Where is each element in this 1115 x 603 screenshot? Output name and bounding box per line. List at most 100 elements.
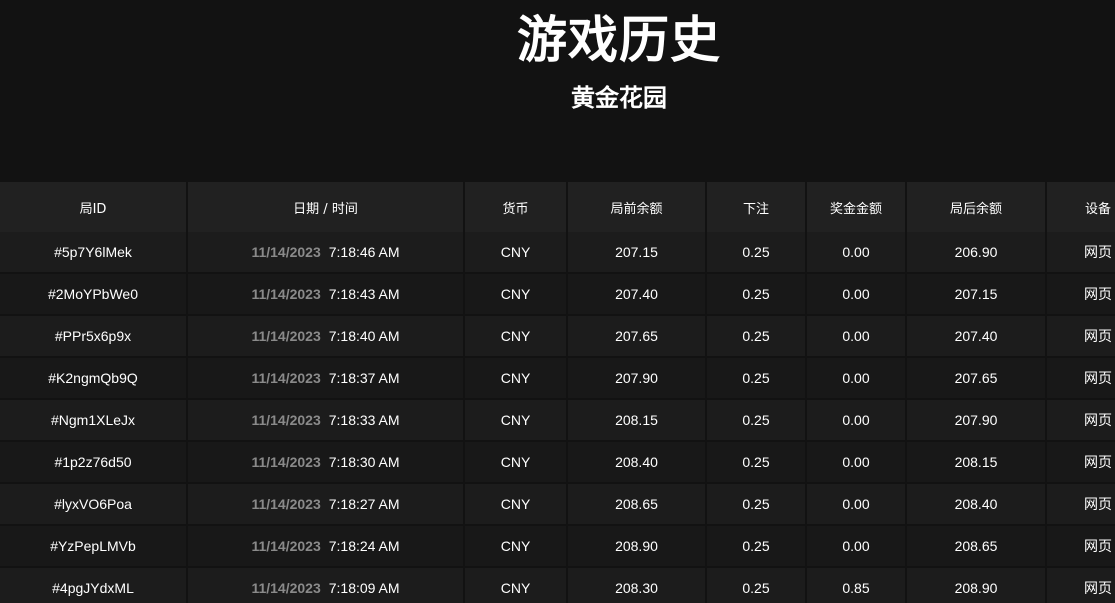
- date-text: 11/14/2023: [251, 580, 321, 596]
- time-text: 7:18:46 AM: [328, 244, 400, 260]
- balance-before-cell: 208.40: [567, 441, 707, 483]
- column-header-bet: 下注: [706, 182, 807, 232]
- time-text: 7:18:40 AM: [328, 328, 400, 344]
- date-text: 11/14/2023: [251, 370, 321, 386]
- device-cell: 网页: [1046, 441, 1115, 483]
- table-row[interactable]: #Ngm1XLeJx 11/14/2023 7:18:33 AM CNY 208.15 0…: [0, 399, 1115, 441]
- datetime-cell: 11/14/2023 7:18:27 AM: [187, 483, 465, 525]
- balance-after-cell: 208.65: [906, 525, 1047, 567]
- date-text: 11/14/2023: [251, 328, 321, 344]
- datetime-cell: 11/14/2023 7:18:24 AM: [187, 525, 465, 567]
- page-header: 游戏历史 黄金花园: [0, 0, 1115, 182]
- win-amount-cell: 0.85: [806, 567, 907, 603]
- currency-cell: CNY: [464, 567, 568, 603]
- table-row[interactable]: #4pgJYdxML 11/14/2023 7:18:09 AM CNY 208.30 0…: [0, 567, 1115, 603]
- table-row[interactable]: #K2ngmQb9Q 11/14/2023 7:18:37 AM CNY 207.90 0…: [0, 357, 1115, 399]
- date-text: 11/14/2023: [251, 454, 321, 470]
- balance-before-cell: 208.90: [567, 525, 707, 567]
- history-table-container[interactable]: 局ID 日期 / 时间 货币 局前余额 下注 奖金金额 局后余额 设备 #5p7…: [0, 182, 1115, 603]
- column-header-datetime: 日期 / 时间: [187, 182, 465, 232]
- device-cell: 网页: [1046, 232, 1115, 273]
- history-table: 局ID 日期 / 时间 货币 局前余额 下注 奖金金额 局后余额 设备 #5p7…: [0, 182, 1115, 603]
- device-cell: 网页: [1046, 273, 1115, 315]
- bet-cell: 0.25: [706, 315, 807, 357]
- win-amount-cell: 0.00: [806, 357, 907, 399]
- table-row[interactable]: #2MoYPbWe0 11/14/2023 7:18:43 AM CNY 207.40 0…: [0, 273, 1115, 315]
- column-header-device: 设备: [1046, 182, 1115, 232]
- balance-after-cell: 207.15: [906, 273, 1047, 315]
- table-row[interactable]: #YzPepLMVb 11/14/2023 7:18:24 AM CNY 208.90 0…: [0, 525, 1115, 567]
- table-header-row: 局ID 日期 / 时间 货币 局前余额 下注 奖金金额 局后余额 设备: [0, 182, 1115, 232]
- currency-cell: CNY: [464, 441, 568, 483]
- table-header: 局ID 日期 / 时间 货币 局前余额 下注 奖金金额 局后余额 设备: [0, 182, 1115, 232]
- round-id-cell: #5p7Y6lMek: [0, 232, 188, 273]
- bet-cell: 0.25: [706, 483, 807, 525]
- time-text: 7:18:30 AM: [328, 454, 400, 470]
- round-id-cell: #Ngm1XLeJx: [0, 399, 188, 441]
- device-cell: 网页: [1046, 357, 1115, 399]
- date-text: 11/14/2023: [251, 538, 321, 554]
- currency-cell: CNY: [464, 483, 568, 525]
- win-amount-cell: 0.00: [806, 525, 907, 567]
- page-title: 游戏历史: [517, 11, 721, 69]
- balance-before-cell: 208.65: [567, 483, 707, 525]
- bet-cell: 0.25: [706, 567, 807, 603]
- device-cell: 网页: [1046, 483, 1115, 525]
- currency-cell: CNY: [464, 525, 568, 567]
- date-text: 11/14/2023: [251, 412, 321, 428]
- win-amount-cell: 0.00: [806, 441, 907, 483]
- balance-before-cell: 207.15: [567, 232, 707, 273]
- balance-after-cell: 206.90: [906, 232, 1047, 273]
- win-amount-cell: 0.00: [806, 399, 907, 441]
- balance-after-cell: 207.65: [906, 357, 1047, 399]
- balance-before-cell: 208.30: [567, 567, 707, 603]
- table-row[interactable]: #1p2z76d50 11/14/2023 7:18:30 AM CNY 208.40 0…: [0, 441, 1115, 483]
- round-id-cell: #2MoYPbWe0: [0, 273, 188, 315]
- balance-before-cell: 207.90: [567, 357, 707, 399]
- currency-cell: CNY: [464, 232, 568, 273]
- round-id-cell: #K2ngmQb9Q: [0, 357, 188, 399]
- column-header-currency: 货币: [464, 182, 568, 232]
- bet-cell: 0.25: [706, 232, 807, 273]
- datetime-cell: 11/14/2023 7:18:46 AM: [187, 232, 465, 273]
- datetime-cell: 11/14/2023 7:18:43 AM: [187, 273, 465, 315]
- column-header-round-id: 局ID: [0, 182, 188, 232]
- column-header-win-amount: 奖金金额: [806, 182, 907, 232]
- currency-cell: CNY: [464, 273, 568, 315]
- bet-cell: 0.25: [706, 273, 807, 315]
- currency-cell: CNY: [464, 399, 568, 441]
- win-amount-cell: 0.00: [806, 315, 907, 357]
- date-text: 11/14/2023: [251, 244, 321, 260]
- table-body: #5p7Y6lMek 11/14/2023 7:18:46 AM CNY 207.15 0…: [0, 232, 1115, 603]
- currency-cell: CNY: [464, 357, 568, 399]
- time-text: 7:18:37 AM: [328, 370, 400, 386]
- bet-cell: 0.25: [706, 399, 807, 441]
- table-row[interactable]: #PPr5x6p9x 11/14/2023 7:18:40 AM CNY 207.65 0…: [0, 315, 1115, 357]
- round-id-cell: #1p2z76d50: [0, 441, 188, 483]
- column-header-balance-after: 局后余额: [906, 182, 1047, 232]
- balance-after-cell: 208.90: [906, 567, 1047, 603]
- round-id-cell: #lyxVO6Poa: [0, 483, 188, 525]
- win-amount-cell: 0.00: [806, 273, 907, 315]
- round-id-cell: #PPr5x6p9x: [0, 315, 188, 357]
- device-cell: 网页: [1046, 525, 1115, 567]
- device-cell: 网页: [1046, 567, 1115, 603]
- balance-after-cell: 208.15: [906, 441, 1047, 483]
- datetime-cell: 11/14/2023 7:18:37 AM: [187, 357, 465, 399]
- game-name-subtitle: 黄金花园: [571, 84, 667, 112]
- bet-cell: 0.25: [706, 441, 807, 483]
- datetime-cell: 11/14/2023 7:18:09 AM: [187, 567, 465, 603]
- round-id-cell: #YzPepLMVb: [0, 525, 188, 567]
- bet-cell: 0.25: [706, 357, 807, 399]
- column-header-balance-before: 局前余额: [567, 182, 707, 232]
- table-row[interactable]: #lyxVO6Poa 11/14/2023 7:18:27 AM CNY 208.65 0…: [0, 483, 1115, 525]
- date-text: 11/14/2023: [251, 286, 321, 302]
- round-id-cell: #4pgJYdxML: [0, 567, 188, 603]
- balance-before-cell: 208.15: [567, 399, 707, 441]
- currency-cell: CNY: [464, 315, 568, 357]
- datetime-cell: 11/14/2023 7:18:40 AM: [187, 315, 465, 357]
- table-row[interactable]: #5p7Y6lMek 11/14/2023 7:18:46 AM CNY 207.15 0…: [0, 232, 1115, 273]
- balance-before-cell: 207.40: [567, 273, 707, 315]
- balance-before-cell: 207.65: [567, 315, 707, 357]
- balance-after-cell: 207.90: [906, 399, 1047, 441]
